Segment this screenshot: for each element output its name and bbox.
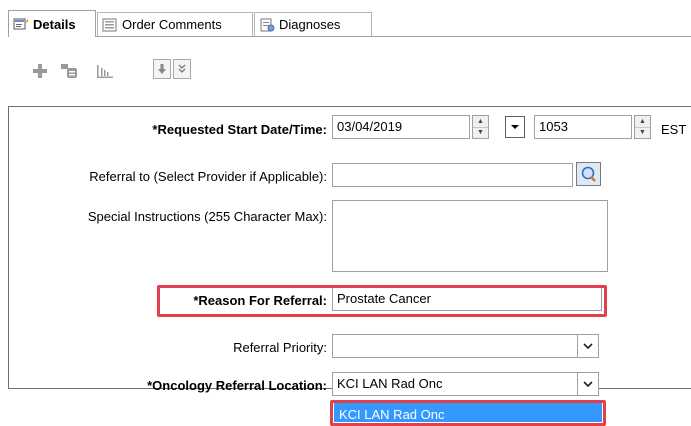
priority-label: Referral Priority: — [233, 340, 327, 355]
special-instructions-textarea[interactable] — [332, 200, 608, 272]
spin-down-icon: ▼ — [639, 129, 646, 137]
chevron-down-icon — [583, 342, 593, 349]
start-date-input[interactable]: 03/04/2019 — [332, 115, 470, 139]
diagnoses-icon — [260, 18, 275, 31]
chart-icon — [97, 65, 113, 78]
location-dropdown-button[interactable] — [577, 372, 599, 396]
tab-label: Diagnoses — [279, 17, 341, 32]
location-dropdown-option[interactable]: KCI LAN Rad Onc — [334, 403, 602, 422]
chart-button[interactable] — [94, 60, 116, 82]
location-label: *Oncology Referral Location: — [147, 378, 327, 393]
stethoscope-icon — [61, 64, 77, 78]
tab-order-comments[interactable]: Order Comments — [97, 12, 253, 36]
start-time-spinner[interactable]: ▲ ▼ — [634, 115, 651, 139]
reason-label: *Reason For Referral: — [193, 293, 327, 308]
referral-to-input[interactable] — [332, 163, 573, 187]
chevron-down-icon — [583, 380, 593, 387]
spin-up-icon: ▲ — [635, 116, 650, 128]
stethoscope-button[interactable] — [58, 60, 82, 82]
timezone-label: EST — [661, 122, 687, 137]
start-date-calendar-dropdown[interactable] — [505, 116, 525, 138]
provider-search-button[interactable] — [576, 162, 601, 186]
reason-input[interactable]: Prostate Cancer — [332, 287, 602, 311]
comments-icon — [102, 18, 117, 31]
priority-select[interactable] — [332, 334, 578, 358]
start-date-spinner[interactable]: ▲ ▼ — [472, 115, 489, 139]
priority-dropdown-button[interactable] — [577, 334, 599, 358]
spin-up-icon: ▲ — [473, 116, 488, 128]
chevron-down-icon — [511, 125, 519, 129]
special-instructions-label: Special Instructions (255 Character Max)… — [87, 209, 327, 224]
search-icon — [581, 166, 596, 182]
tab-strip-divider — [8, 36, 691, 37]
add-button[interactable] — [30, 60, 50, 82]
start-date-label: *Requested Start Date/Time: — [152, 122, 327, 137]
tab-diagnoses[interactable]: Diagnoses — [254, 12, 372, 36]
tab-label: Details — [33, 16, 76, 32]
expand-icon — [178, 64, 186, 73]
add-icon — [33, 64, 47, 78]
details-icon — [13, 18, 28, 30]
download-icon — [158, 64, 166, 74]
download-button[interactable] — [153, 59, 171, 79]
location-select[interactable]: KCI LAN Rad Onc — [332, 372, 578, 396]
referral-to-label: Referral to (Select Provider if Applicab… — [89, 169, 327, 184]
spin-down-icon: ▼ — [477, 129, 484, 137]
start-time-input[interactable]: 1053 — [534, 115, 632, 139]
expand-button[interactable] — [173, 59, 191, 79]
tab-details[interactable]: Details — [8, 10, 96, 37]
tab-label: Order Comments — [122, 17, 222, 32]
